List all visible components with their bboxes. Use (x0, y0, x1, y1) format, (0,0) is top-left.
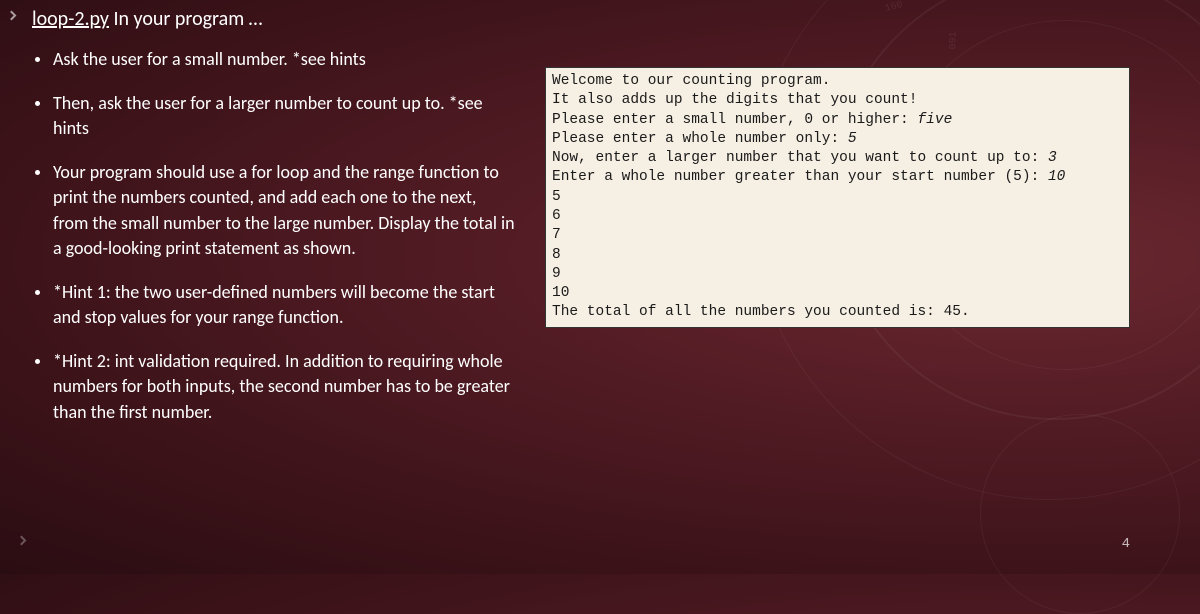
console-user-input: five (917, 112, 952, 128)
console-prompt: Enter a whole number greater than your s… (552, 169, 1048, 185)
console-user-input: 5 (848, 131, 857, 147)
chevron-icon (17, 536, 27, 546)
console-prompt: Please enter a whole number only: (552, 131, 848, 147)
console-line: It also adds up the digits that you coun… (552, 92, 917, 108)
console-line: 5 (552, 189, 561, 205)
page-title: loop-2.py In your program … (20, 0, 1170, 33)
list-item: Ask the user for a small number. *see hi… (20, 47, 515, 73)
console-user-input: 10 (1048, 169, 1065, 185)
console-line: 6 (552, 208, 561, 224)
console-prompt: Now, enter a larger number that you want… (552, 150, 1048, 166)
instructions-column: Ask the user for a small number. *see hi… (20, 47, 515, 444)
console-user-input: 3 (1048, 150, 1057, 166)
console-output: Welcome to our counting program. It also… (545, 67, 1130, 328)
console-prompt: Please enter a small number, 0 or higher… (552, 112, 917, 128)
title-filename: loop-2.py (32, 7, 109, 31)
slide: loop-2.py In your program … Ask the user… (0, 0, 1200, 574)
list-item: *Hint 1: the two user-defined numbers wi… (20, 280, 515, 331)
console-line: Welcome to our counting program. (552, 73, 830, 89)
console-line: 7 (552, 227, 561, 243)
console-line: 8 (552, 247, 561, 263)
console-column: Welcome to our counting program. It also… (545, 47, 1130, 444)
list-item: Your program should use a for loop and t… (20, 160, 515, 262)
console-line: 9 (552, 266, 561, 282)
list-item: Then, ask the user for a larger number t… (20, 91, 515, 142)
chevron-icon (7, 11, 17, 21)
console-line: The total of all the numbers you counted… (552, 304, 970, 320)
bullet-list: Ask the user for a small number. *see hi… (20, 47, 515, 426)
console-line: 10 (552, 285, 569, 301)
list-item: *Hint 2: int validation required. In add… (20, 349, 515, 426)
title-rest: In your program … (109, 7, 263, 31)
